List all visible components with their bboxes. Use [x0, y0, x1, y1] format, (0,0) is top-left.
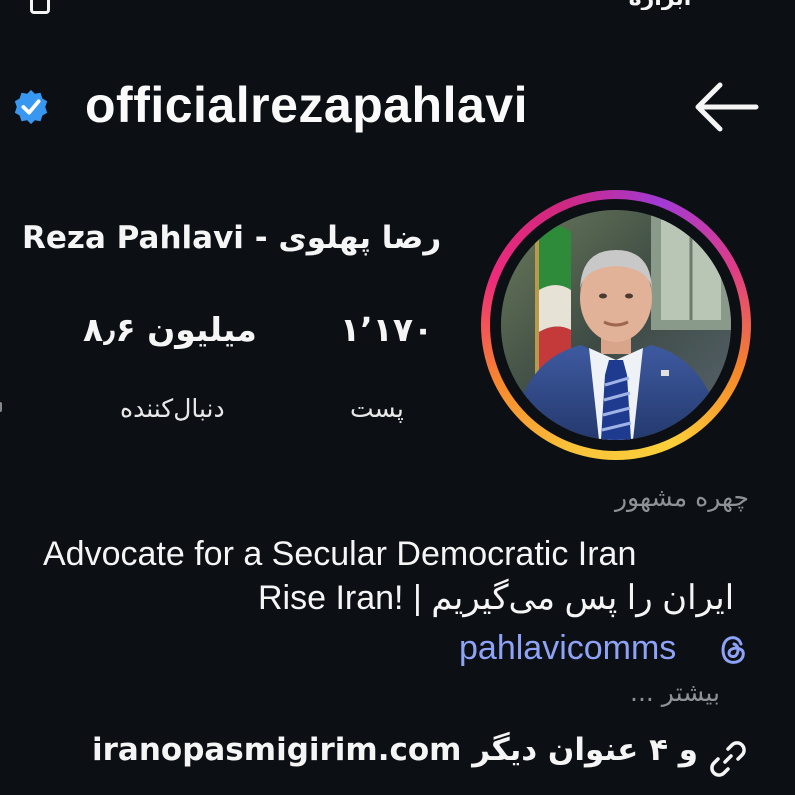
avatar-photo — [501, 210, 731, 440]
back-arrow-icon[interactable] — [690, 78, 762, 136]
posts-count[interactable]: ۱٬۱۷۰ — [340, 310, 433, 349]
threads-handle-link[interactable]: pahlavicomms — [459, 629, 676, 668]
followers-count[interactable]: ۸٫۶ میلیون — [83, 310, 257, 349]
scroll-edge-indicator — [0, 402, 2, 412]
threads-icon[interactable] — [718, 632, 750, 666]
posts-label[interactable]: پست — [350, 394, 404, 423]
profile-username: officialrezapahlavi — [85, 77, 528, 133]
bio-line-2: Rise Iran! | ایران را پس می‌گیریم — [258, 579, 735, 617]
bio-more-link[interactable]: ... بیشتر — [630, 678, 720, 707]
profile-full-name: Reza Pahlavi - رضا پهلوی — [22, 220, 442, 256]
external-link-text[interactable]: iranopasmigirim.com — [92, 732, 461, 768]
bio-line-1: Advocate for a Secular Democratic Iran — [43, 535, 637, 573]
status-icon-partial — [30, 0, 50, 14]
link-icon[interactable] — [706, 737, 750, 781]
followers-label[interactable]: دنبال‌کننده — [120, 394, 225, 423]
top-partial-text: ابزاره — [600, 0, 720, 10]
external-link-suffix[interactable]: و ۴ عنوان دیگر — [461, 732, 698, 768]
profile-category: چهره مشهور — [614, 483, 749, 512]
verified-badge-icon — [14, 89, 48, 125]
external-links[interactable]: iranopasmigirim.com و ۴ عنوان دیگر — [92, 732, 698, 768]
profile-avatar[interactable] — [481, 190, 751, 460]
